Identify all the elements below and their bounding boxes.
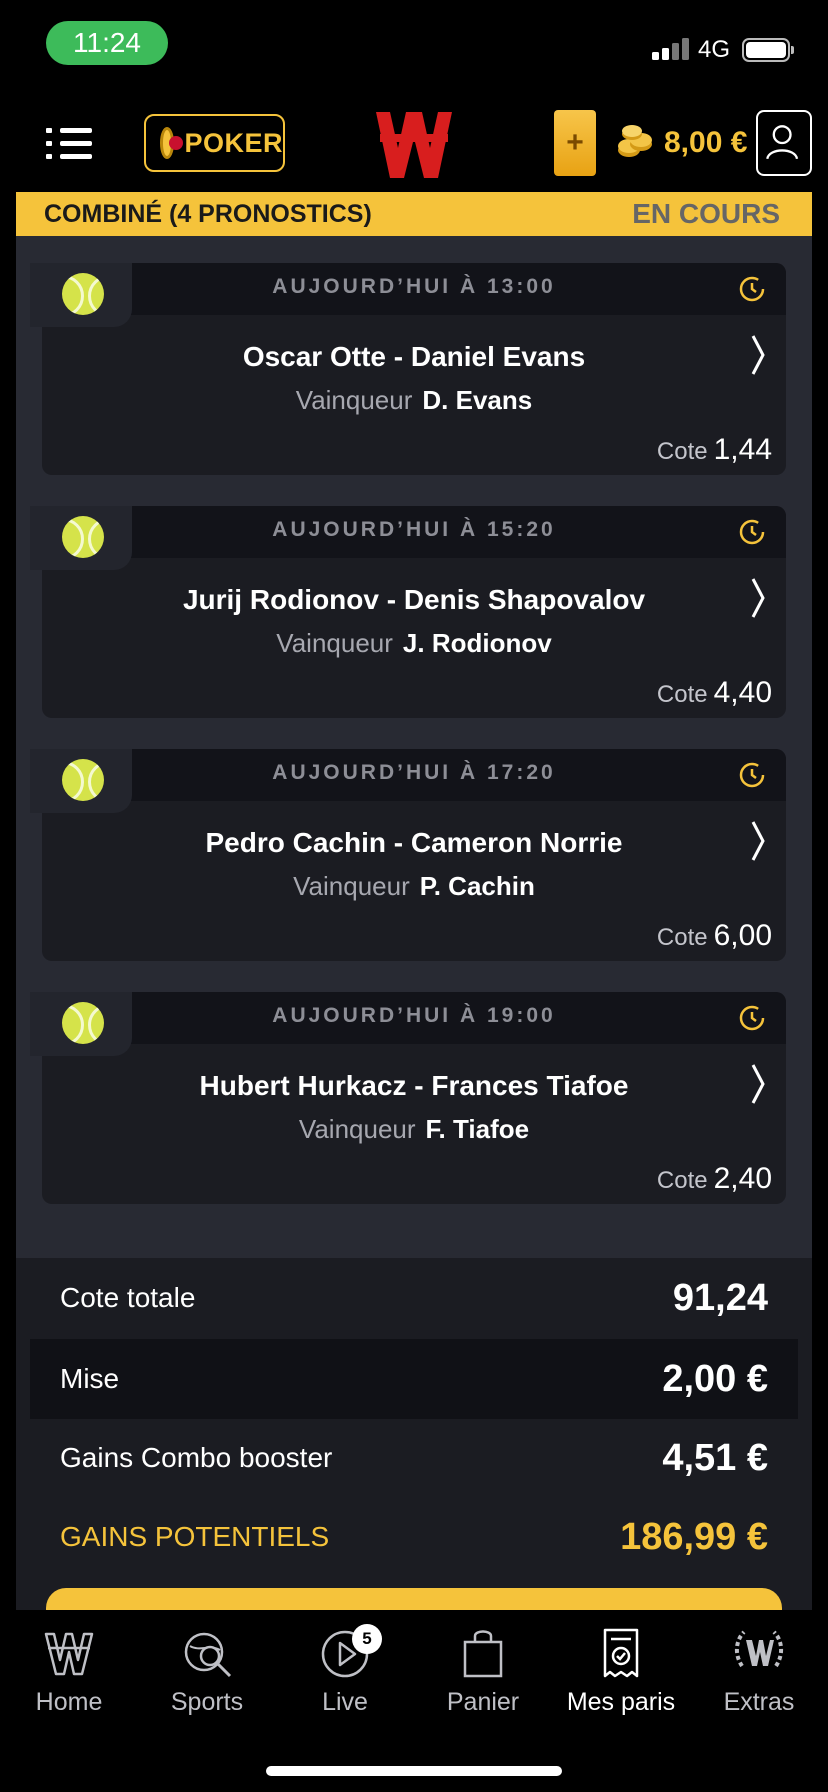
chevron-right-icon[interactable] <box>750 576 766 620</box>
stake-label: Mise <box>60 1363 120 1394</box>
pick-value: D. Evans <box>422 385 533 415</box>
match-title: Hubert Hurkacz - Frances Tiafoe <box>199 1070 629 1101</box>
screen: 11:24 4G POKER + 8,00 € COMBINÉ (4 PRONO… <box>0 0 828 1792</box>
odds-value: 6,00 <box>713 919 772 952</box>
balance[interactable]: 8,00 € <box>664 126 747 160</box>
match-time: AUJOURD’HUI À 17:20 <box>272 761 556 784</box>
sports-icon <box>184 1632 232 1678</box>
clock-icon <box>739 276 765 302</box>
signal-icon <box>652 38 692 60</box>
status-time: 11:24 <box>46 21 168 65</box>
pick-value: J. Rodionov <box>402 628 552 658</box>
odds-label: Cote <box>656 681 708 708</box>
match-time: AUJOURD’HUI À 15:20 <box>272 518 556 541</box>
bet-card[interactable]: AUJOURD’HUI À 15:20 Jurij Rodionov - Den… <box>30 506 786 718</box>
nav-live[interactable]: 5 Live <box>276 1624 414 1717</box>
bet-summary: Cote totale 91,24 Mise 2,00 € Gains Comb… <box>16 1258 812 1628</box>
odds: Cote 6,00 <box>657 919 772 953</box>
total-odds-value: 91,24 <box>672 1276 768 1319</box>
chevron-right-icon[interactable] <box>750 819 766 863</box>
pick-value: F. Tiafoe <box>425 1114 530 1144</box>
add-funds-button[interactable]: + <box>554 110 596 176</box>
home-indicator <box>266 1766 562 1776</box>
chevron-right-icon[interactable] <box>750 1062 766 1106</box>
stake-value: 2,00 € <box>662 1357 768 1400</box>
my-bets-icon <box>603 1628 639 1678</box>
winamax-logo[interactable] <box>376 108 452 180</box>
status-bar: 11:24 4G <box>0 0 828 90</box>
extras-icon <box>735 1630 783 1668</box>
match-time: AUJOURD’HUI À 13:00 <box>272 275 556 298</box>
live-count-badge: 5 <box>352 1624 382 1654</box>
poker-button[interactable]: POKER <box>144 114 285 172</box>
pick-line: Vainqueur D. Evans <box>42 385 786 416</box>
bet-banner: COMBINÉ (4 PRONOSTICS) EN COURS <box>16 192 812 236</box>
potential-winnings-value: 186,99 € <box>620 1515 768 1558</box>
odds-value: 4,40 <box>713 676 772 709</box>
potential-winnings-row: GAINS POTENTIELS 186,99 € <box>46 1497 782 1577</box>
clock-icon <box>739 1005 765 1031</box>
nav-basket-label: Panier <box>446 1688 520 1716</box>
match-title: Pedro Cachin - Cameron Norrie <box>205 827 623 858</box>
bet-card[interactable]: AUJOURD’HUI À 19:00 Hubert Hurkacz - Fra… <box>30 992 786 1204</box>
clock-icon <box>739 519 765 545</box>
odds-label: Cote <box>656 924 708 951</box>
home-icon <box>44 1632 94 1676</box>
odds: Cote 2,40 <box>657 1162 772 1196</box>
pick-line: Vainqueur J. Rodionov <box>42 628 786 659</box>
odds: Cote 4,40 <box>657 676 772 710</box>
total-odds-row: Cote totale 91,24 <box>46 1258 782 1338</box>
booster-label: Gains Combo booster <box>60 1442 333 1473</box>
match-title: Jurij Rodionov - Denis Shapovalov <box>182 584 646 615</box>
user-icon <box>766 125 799 160</box>
network-label: 4G <box>698 36 731 63</box>
pick-label: Vainqueur <box>293 871 410 901</box>
pick-label: Vainqueur <box>298 1114 416 1144</box>
coins-icon <box>618 125 652 157</box>
odds-value: 2,40 <box>713 1162 772 1195</box>
match-time: AUJOURD’HUI À 19:00 <box>272 1004 556 1027</box>
clock-icon <box>739 762 765 788</box>
potential-winnings-label: GAINS POTENTIELS <box>60 1521 330 1552</box>
bet-type-title: COMBINÉ (4 PRONOSTICS) <box>44 199 372 228</box>
stake-row: Mise 2,00 € <box>30 1339 798 1419</box>
odds-value: 1,44 <box>713 433 772 466</box>
pick-label: Vainqueur <box>276 628 393 658</box>
pick-line: Vainqueur F. Tiafoe <box>42 1114 786 1145</box>
odds: Cote 1,44 <box>657 433 772 467</box>
nav-extras[interactable]: Extras <box>690 1626 828 1717</box>
pick-value: P. Cachin <box>419 871 535 901</box>
pick-line: Vainqueur P. Cachin <box>42 871 786 902</box>
bet-card[interactable]: AUJOURD’HUI À 13:00 Oscar Otte - Daniel … <box>30 263 786 475</box>
nav-sports-label: Sports <box>170 1688 244 1716</box>
chevron-right-icon[interactable] <box>750 333 766 377</box>
booster-value: 4,51 € <box>662 1436 768 1479</box>
booster-row: Gains Combo booster 4,51 € <box>46 1418 782 1498</box>
nav-home[interactable]: Home <box>0 1626 138 1717</box>
bottom-nav: Home Sports 5 Live Panier Mes paris Extr… <box>0 1610 828 1792</box>
account-button[interactable] <box>756 110 812 176</box>
menu-icon[interactable] <box>46 126 94 162</box>
nav-live-label: Live <box>322 1688 368 1716</box>
match-title: Oscar Otte - Daniel Evans <box>242 341 586 372</box>
basket-icon <box>463 1630 503 1678</box>
nav-my-bets-label: Mes paris <box>566 1688 676 1716</box>
nav-sports[interactable]: Sports <box>138 1626 276 1717</box>
odds-label: Cote <box>656 438 708 465</box>
nav-my-bets[interactable]: Mes paris <box>552 1626 690 1717</box>
nav-extras-label: Extras <box>723 1688 795 1716</box>
odds-label: Cote <box>656 1167 708 1194</box>
app-header: POKER + 8,00 € <box>0 96 828 192</box>
battery-icon <box>742 38 794 62</box>
nav-basket[interactable]: Panier <box>414 1626 552 1717</box>
poker-label: POKER <box>184 127 283 158</box>
pick-label: Vainqueur <box>295 385 413 415</box>
bet-card[interactable]: AUJOURD’HUI À 17:20 Pedro Cachin - Camer… <box>30 749 786 961</box>
nav-home-label: Home <box>35 1688 103 1716</box>
total-odds-label: Cote totale <box>60 1282 196 1313</box>
poker-coin-icon <box>160 127 184 159</box>
bet-status-badge: EN COURS <box>632 198 780 229</box>
